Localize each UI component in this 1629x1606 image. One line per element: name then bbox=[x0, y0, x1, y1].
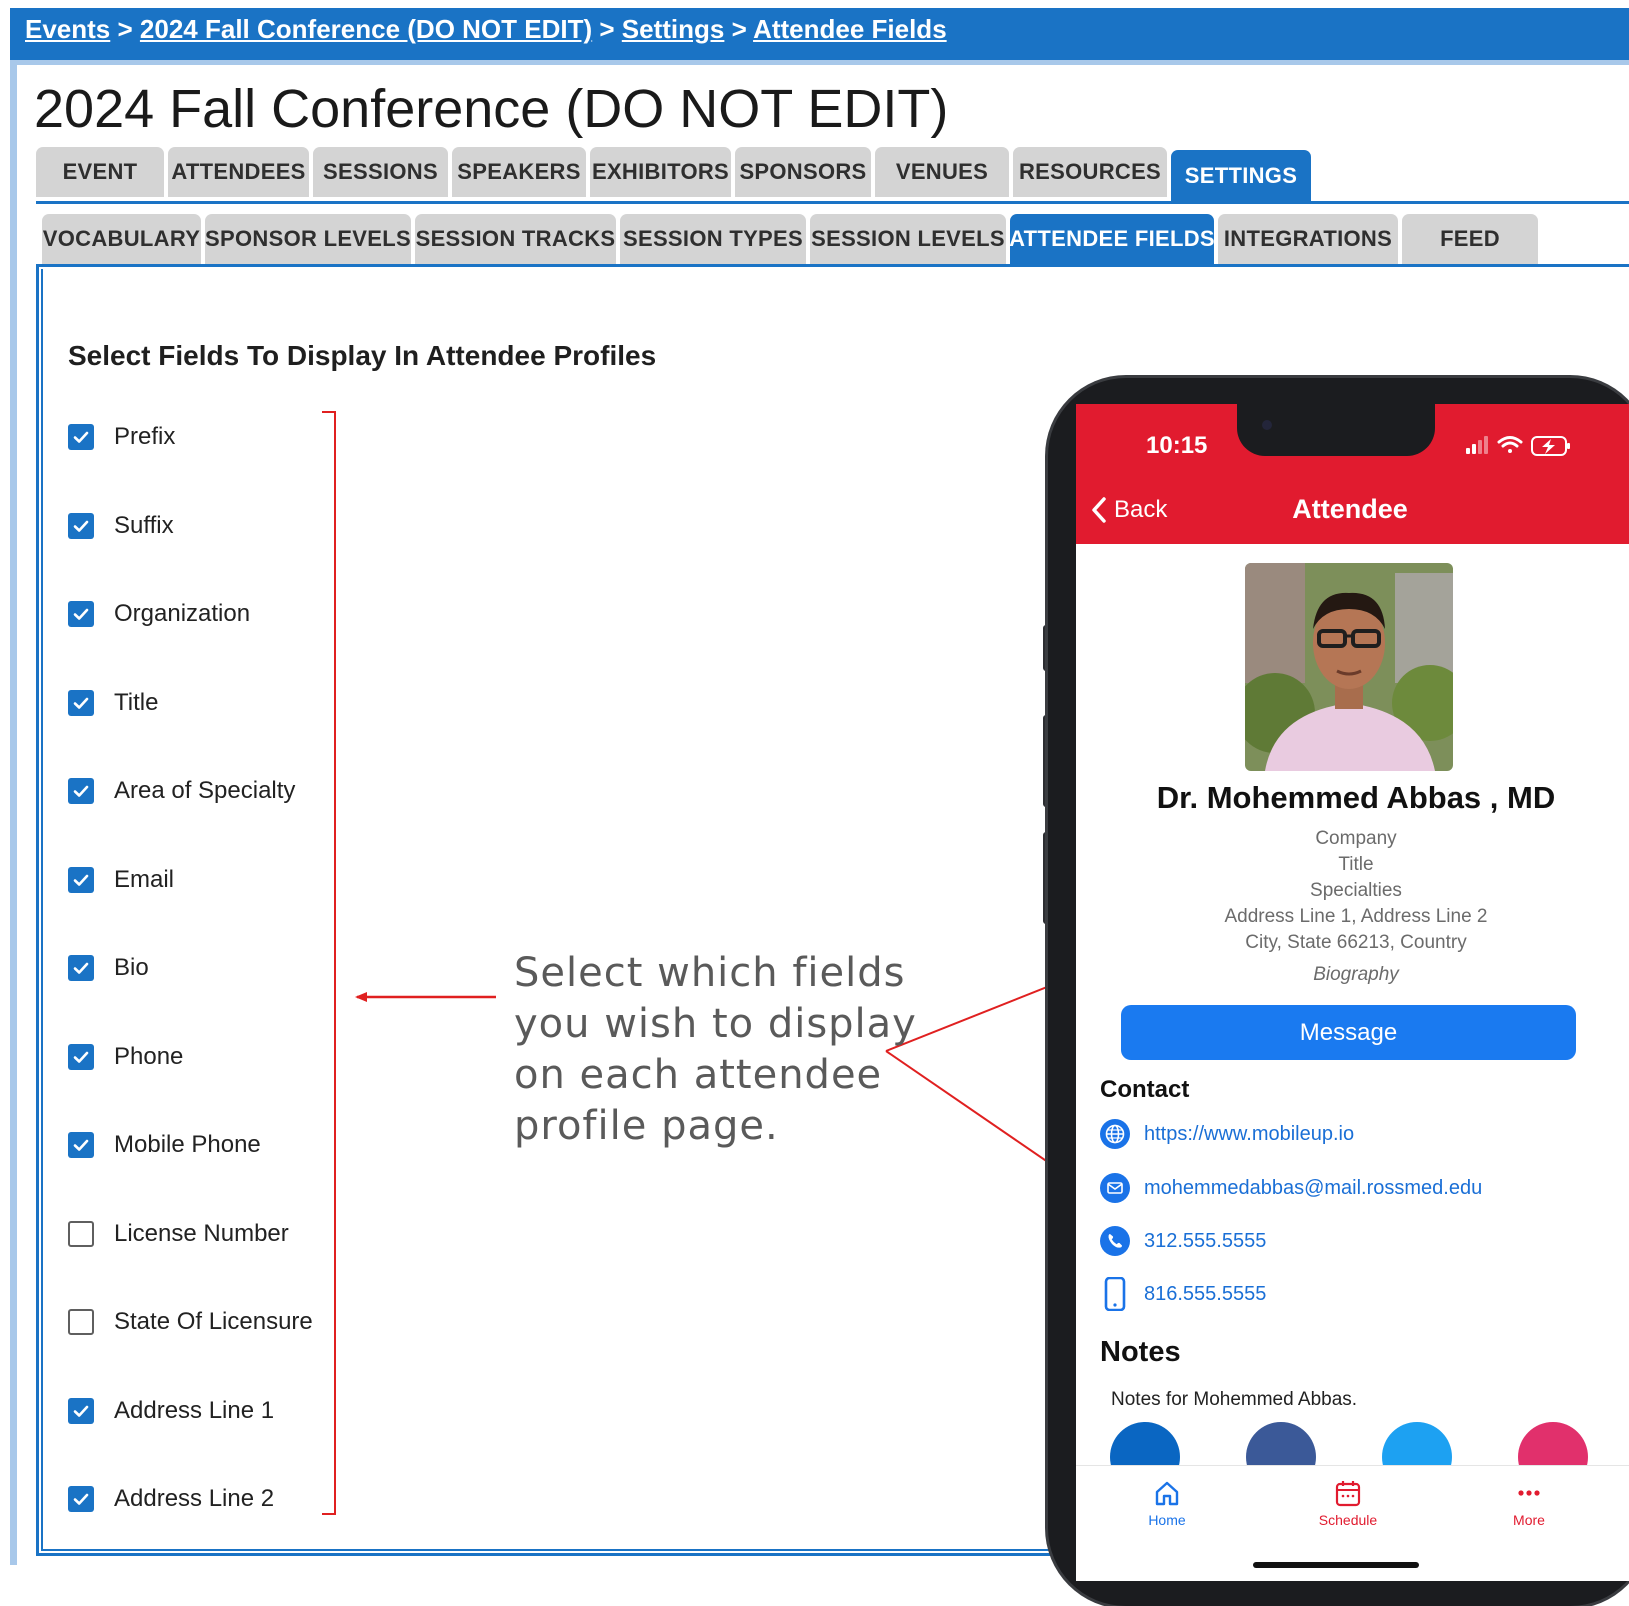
phone-icon bbox=[1100, 1226, 1130, 1256]
chevron-left-icon bbox=[1092, 497, 1106, 523]
message-button[interactable]: Message bbox=[1121, 1005, 1576, 1060]
globe-icon bbox=[1100, 1119, 1130, 1149]
profile-company: Company bbox=[1315, 828, 1397, 849]
avatar bbox=[1245, 563, 1453, 771]
contact-phone-row[interactable]: 312.555.5555 bbox=[1100, 1225, 1266, 1257]
contact-website[interactable]: https://www.mobileup.io bbox=[1144, 1123, 1354, 1146]
tab-home[interactable]: Home bbox=[1117, 1478, 1217, 1528]
home-icon bbox=[1155, 1481, 1179, 1506]
back-label: Back bbox=[1114, 496, 1168, 523]
camera-dot bbox=[1262, 420, 1272, 430]
more-dots-icon bbox=[1518, 1490, 1540, 1496]
callout-line: on each attendee bbox=[514, 1052, 883, 1098]
profile-address-line: Address Line 1, Address Line 2 bbox=[1224, 906, 1488, 927]
annotation-callout: Select which fields you wish to display … bbox=[514, 948, 917, 1152]
contact-mobile-row[interactable]: 816.555.5555 bbox=[1100, 1277, 1266, 1311]
tab-schedule[interactable]: Schedule bbox=[1298, 1478, 1398, 1528]
contact-mobile[interactable]: 816.555.5555 bbox=[1144, 1283, 1266, 1306]
calendar-icon bbox=[1335, 1481, 1361, 1507]
tab-schedule-label: Schedule bbox=[1318, 1512, 1378, 1528]
contact-website-row[interactable]: https://www.mobileup.io bbox=[1100, 1118, 1354, 1150]
notes-heading: Notes bbox=[1100, 1336, 1181, 1368]
tab-more[interactable]: More bbox=[1479, 1478, 1579, 1528]
contact-email-row[interactable]: mohemmedabbas@mail.rossmed.edu bbox=[1100, 1172, 1482, 1204]
wifi-icon bbox=[1497, 436, 1523, 453]
callout-line: profile page. bbox=[514, 1103, 779, 1149]
callout-line: you wish to display bbox=[514, 1001, 917, 1047]
contact-phone[interactable]: 312.555.5555 bbox=[1144, 1230, 1266, 1253]
profile-title: Title bbox=[1338, 854, 1374, 875]
status-time: 10:15 bbox=[1146, 432, 1208, 459]
tab-home-label: Home bbox=[1148, 1512, 1186, 1528]
contact-email[interactable]: mohemmedabbas@mail.rossmed.edu bbox=[1144, 1177, 1482, 1200]
signal-icon bbox=[1466, 436, 1488, 454]
callout-line: Select which fields bbox=[514, 950, 906, 996]
mobile-phone-icon bbox=[1100, 1277, 1130, 1311]
home-indicator bbox=[1253, 1562, 1419, 1568]
profile-name: Dr. Mohemmed Abbas , MD bbox=[1156, 780, 1556, 815]
nav-title: Attendee bbox=[1292, 494, 1408, 524]
contact-heading: Contact bbox=[1100, 1076, 1190, 1103]
back-button[interactable]: Back bbox=[1090, 496, 1167, 524]
profile-biography: Biography bbox=[1313, 964, 1399, 985]
tab-more-label: More bbox=[1513, 1512, 1545, 1528]
status-icons bbox=[1466, 432, 1576, 465]
profile-city-state: City, State 66213, Country bbox=[1245, 932, 1467, 953]
mail-icon bbox=[1100, 1173, 1130, 1203]
notes-text: Notes for Mohemmed Abbas. bbox=[1111, 1389, 1358, 1410]
profile-specialties: Specialties bbox=[1310, 880, 1402, 901]
battery-charging-icon bbox=[1531, 436, 1570, 456]
